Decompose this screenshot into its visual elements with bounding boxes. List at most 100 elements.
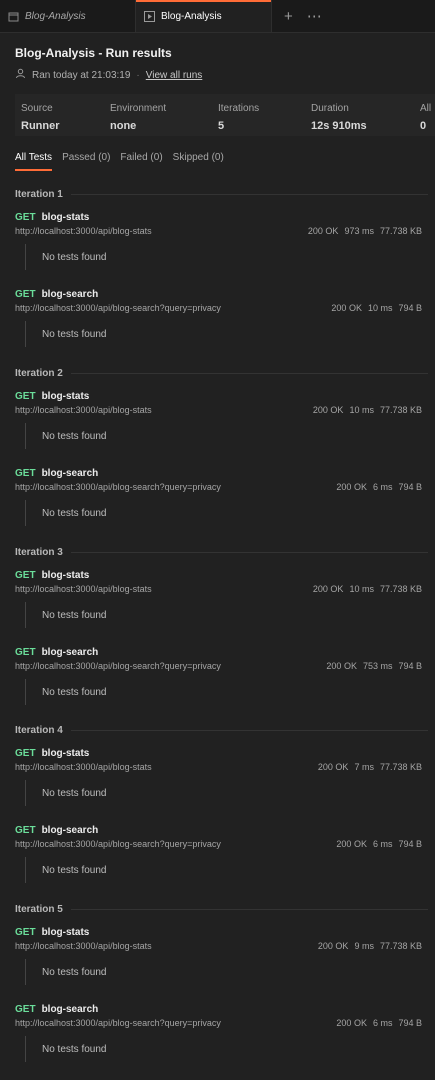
iteration-section: Iteration 1 GET blog-stats http://localhost… <box>15 184 435 347</box>
response-meta: 200 OK 10 ms 794 B <box>331 303 422 313</box>
request-name[interactable]: blog-search <box>42 289 99 300</box>
stat-environment: Environment none <box>110 103 218 132</box>
iteration-label: Iteration 4 <box>15 724 63 736</box>
test-filter-tabs: All Tests Passed (0) Failed (0) Skipped … <box>15 152 435 171</box>
request-method: GET <box>15 748 36 759</box>
request-method: GET <box>15 647 36 658</box>
request-name[interactable]: blog-search <box>42 468 99 479</box>
response-time: 10 ms <box>367 303 393 313</box>
response-size: 77.738 KB <box>379 941 422 951</box>
request-url: http://localhost:3000/api/blog-search?qu… <box>15 661 221 671</box>
stat-value: Runner <box>21 120 60 132</box>
no-tests-message: No tests found <box>25 321 435 347</box>
no-tests-message: No tests found <box>25 1036 435 1062</box>
no-tests-message: No tests found <box>25 780 435 806</box>
response-time: 10 ms <box>349 405 374 415</box>
divider <box>70 729 428 731</box>
response-status: 200 OK <box>312 584 344 594</box>
add-tab-icon[interactable]: + <box>284 9 293 24</box>
request-name[interactable]: blog-stats <box>42 570 90 581</box>
iteration-header: Iteration 5 <box>15 899 435 919</box>
response-meta: 200 OK 973 ms 77.738 KB <box>308 226 422 236</box>
response-time: 7 ms <box>354 762 374 772</box>
request-url: http://localhost:3000/api/blog-search?qu… <box>15 303 221 313</box>
tab-runner[interactable]: Blog-Analysis <box>136 0 272 32</box>
request-result[interactable]: GET blog-stats http://localhost:3000/api/b… <box>15 391 435 449</box>
request-result[interactable]: GET blog-stats http://localhost:3000/api/b… <box>15 748 435 806</box>
request-result[interactable]: GET blog-search http://localhost:3000/api/… <box>15 468 435 526</box>
tab-failed[interactable]: Failed (0) <box>120 152 162 171</box>
request-name[interactable]: blog-stats <box>42 927 90 938</box>
request-name[interactable]: blog-stats <box>42 212 90 223</box>
request-url: http://localhost:3000/api/blog-search?qu… <box>15 839 221 849</box>
view-all-runs-link[interactable]: View all runs <box>146 70 203 81</box>
tab-all-tests[interactable]: All Tests <box>15 152 53 171</box>
iteration-header: Iteration 3 <box>15 542 435 562</box>
response-time: 9 ms <box>354 941 374 951</box>
response-status: 200 OK <box>317 762 349 772</box>
tab-passed[interactable]: Passed (0) <box>62 152 110 171</box>
response-time: 753 ms <box>362 661 393 671</box>
tab-label: Blog-Analysis <box>161 10 222 22</box>
iteration-section: Iteration 3 GET blog-stats http://localhost… <box>15 542 435 705</box>
request-url: http://localhost:3000/api/blog-stats <box>15 405 152 415</box>
more-options-icon[interactable]: ⋯ <box>307 9 322 24</box>
response-time: 6 ms <box>372 482 393 492</box>
request-name[interactable]: blog-search <box>42 647 99 658</box>
stat-duration: Duration 12s 910ms <box>311 103 420 132</box>
response-size: 77.738 KB <box>379 762 422 772</box>
response-meta: 200 OK 10 ms 77.738 KB <box>313 584 422 594</box>
request-method: GET <box>15 391 36 402</box>
request-method: GET <box>15 289 36 300</box>
collection-icon <box>8 11 19 22</box>
no-tests-message: No tests found <box>25 679 435 705</box>
tab-skipped[interactable]: Skipped (0) <box>173 152 224 171</box>
request-result[interactable]: GET blog-search http://localhost:3000/api/… <box>15 647 435 705</box>
response-meta: 200 OK 6 ms 794 B <box>336 482 422 492</box>
response-size: 794 B <box>398 303 422 313</box>
separator: · <box>136 69 140 81</box>
request-result[interactable]: GET blog-stats http://localhost:3000/api/b… <box>15 212 435 270</box>
stat-label: Source <box>21 103 53 114</box>
request-url: http://localhost:3000/api/blog-search?qu… <box>15 1018 221 1028</box>
no-tests-message: No tests found <box>25 857 435 883</box>
request-result[interactable]: GET blog-search http://localhost:3000/api/… <box>15 1004 435 1062</box>
response-status: 200 OK <box>336 482 367 492</box>
iteration-header: Iteration 4 <box>15 720 435 740</box>
request-result[interactable]: GET blog-stats http://localhost:3000/api/b… <box>15 927 435 985</box>
request-name[interactable]: blog-stats <box>42 748 90 759</box>
no-tests-message: No tests found <box>25 500 435 526</box>
request-result[interactable]: GET blog-stats http://localhost:3000/api/b… <box>15 570 435 628</box>
request-name[interactable]: blog-search <box>42 825 99 836</box>
tab-bar: Blog-Analysis Blog-Analysis + ⋯ <box>0 0 435 33</box>
stat-value: 0 <box>420 120 427 132</box>
stat-label: All <box>420 103 432 114</box>
ran-time: Ran today at 21:03:19 <box>32 69 131 81</box>
iteration-label: Iteration 1 <box>15 188 63 200</box>
iteration-section: Iteration 5 GET blog-stats http://localhost… <box>15 899 435 1062</box>
response-status: 200 OK <box>307 226 339 236</box>
tab-collection[interactable]: Blog-Analysis <box>0 0 136 32</box>
request-url: http://localhost:3000/api/blog-stats <box>15 226 152 236</box>
divider <box>70 908 428 910</box>
response-meta: 200 OK 10 ms 77.738 KB <box>313 405 422 415</box>
request-result[interactable]: GET blog-search http://localhost:3000/api/… <box>15 289 435 347</box>
divider <box>70 372 428 374</box>
request-url: http://localhost:3000/api/blog-search?qu… <box>15 482 221 492</box>
stat-value: none <box>110 120 137 132</box>
request-name[interactable]: blog-search <box>42 1004 99 1015</box>
request-method: GET <box>15 825 36 836</box>
request-url: http://localhost:3000/api/blog-stats <box>15 762 152 772</box>
response-size: 794 B <box>398 1018 422 1028</box>
request-result[interactable]: GET blog-search http://localhost:3000/api/… <box>15 825 435 883</box>
iteration-label: Iteration 5 <box>15 903 63 915</box>
request-method: GET <box>15 570 36 581</box>
response-status: 200 OK <box>317 941 349 951</box>
iteration-label: Iteration 2 <box>15 367 63 379</box>
no-tests-message: No tests found <box>25 602 435 628</box>
response-time: 6 ms <box>372 839 393 849</box>
response-meta: 200 OK 6 ms 794 B <box>336 1018 422 1028</box>
response-meta: 200 OK 6 ms 794 B <box>336 839 422 849</box>
request-name[interactable]: blog-stats <box>42 391 90 402</box>
response-size: 77.738 KB <box>379 226 422 236</box>
